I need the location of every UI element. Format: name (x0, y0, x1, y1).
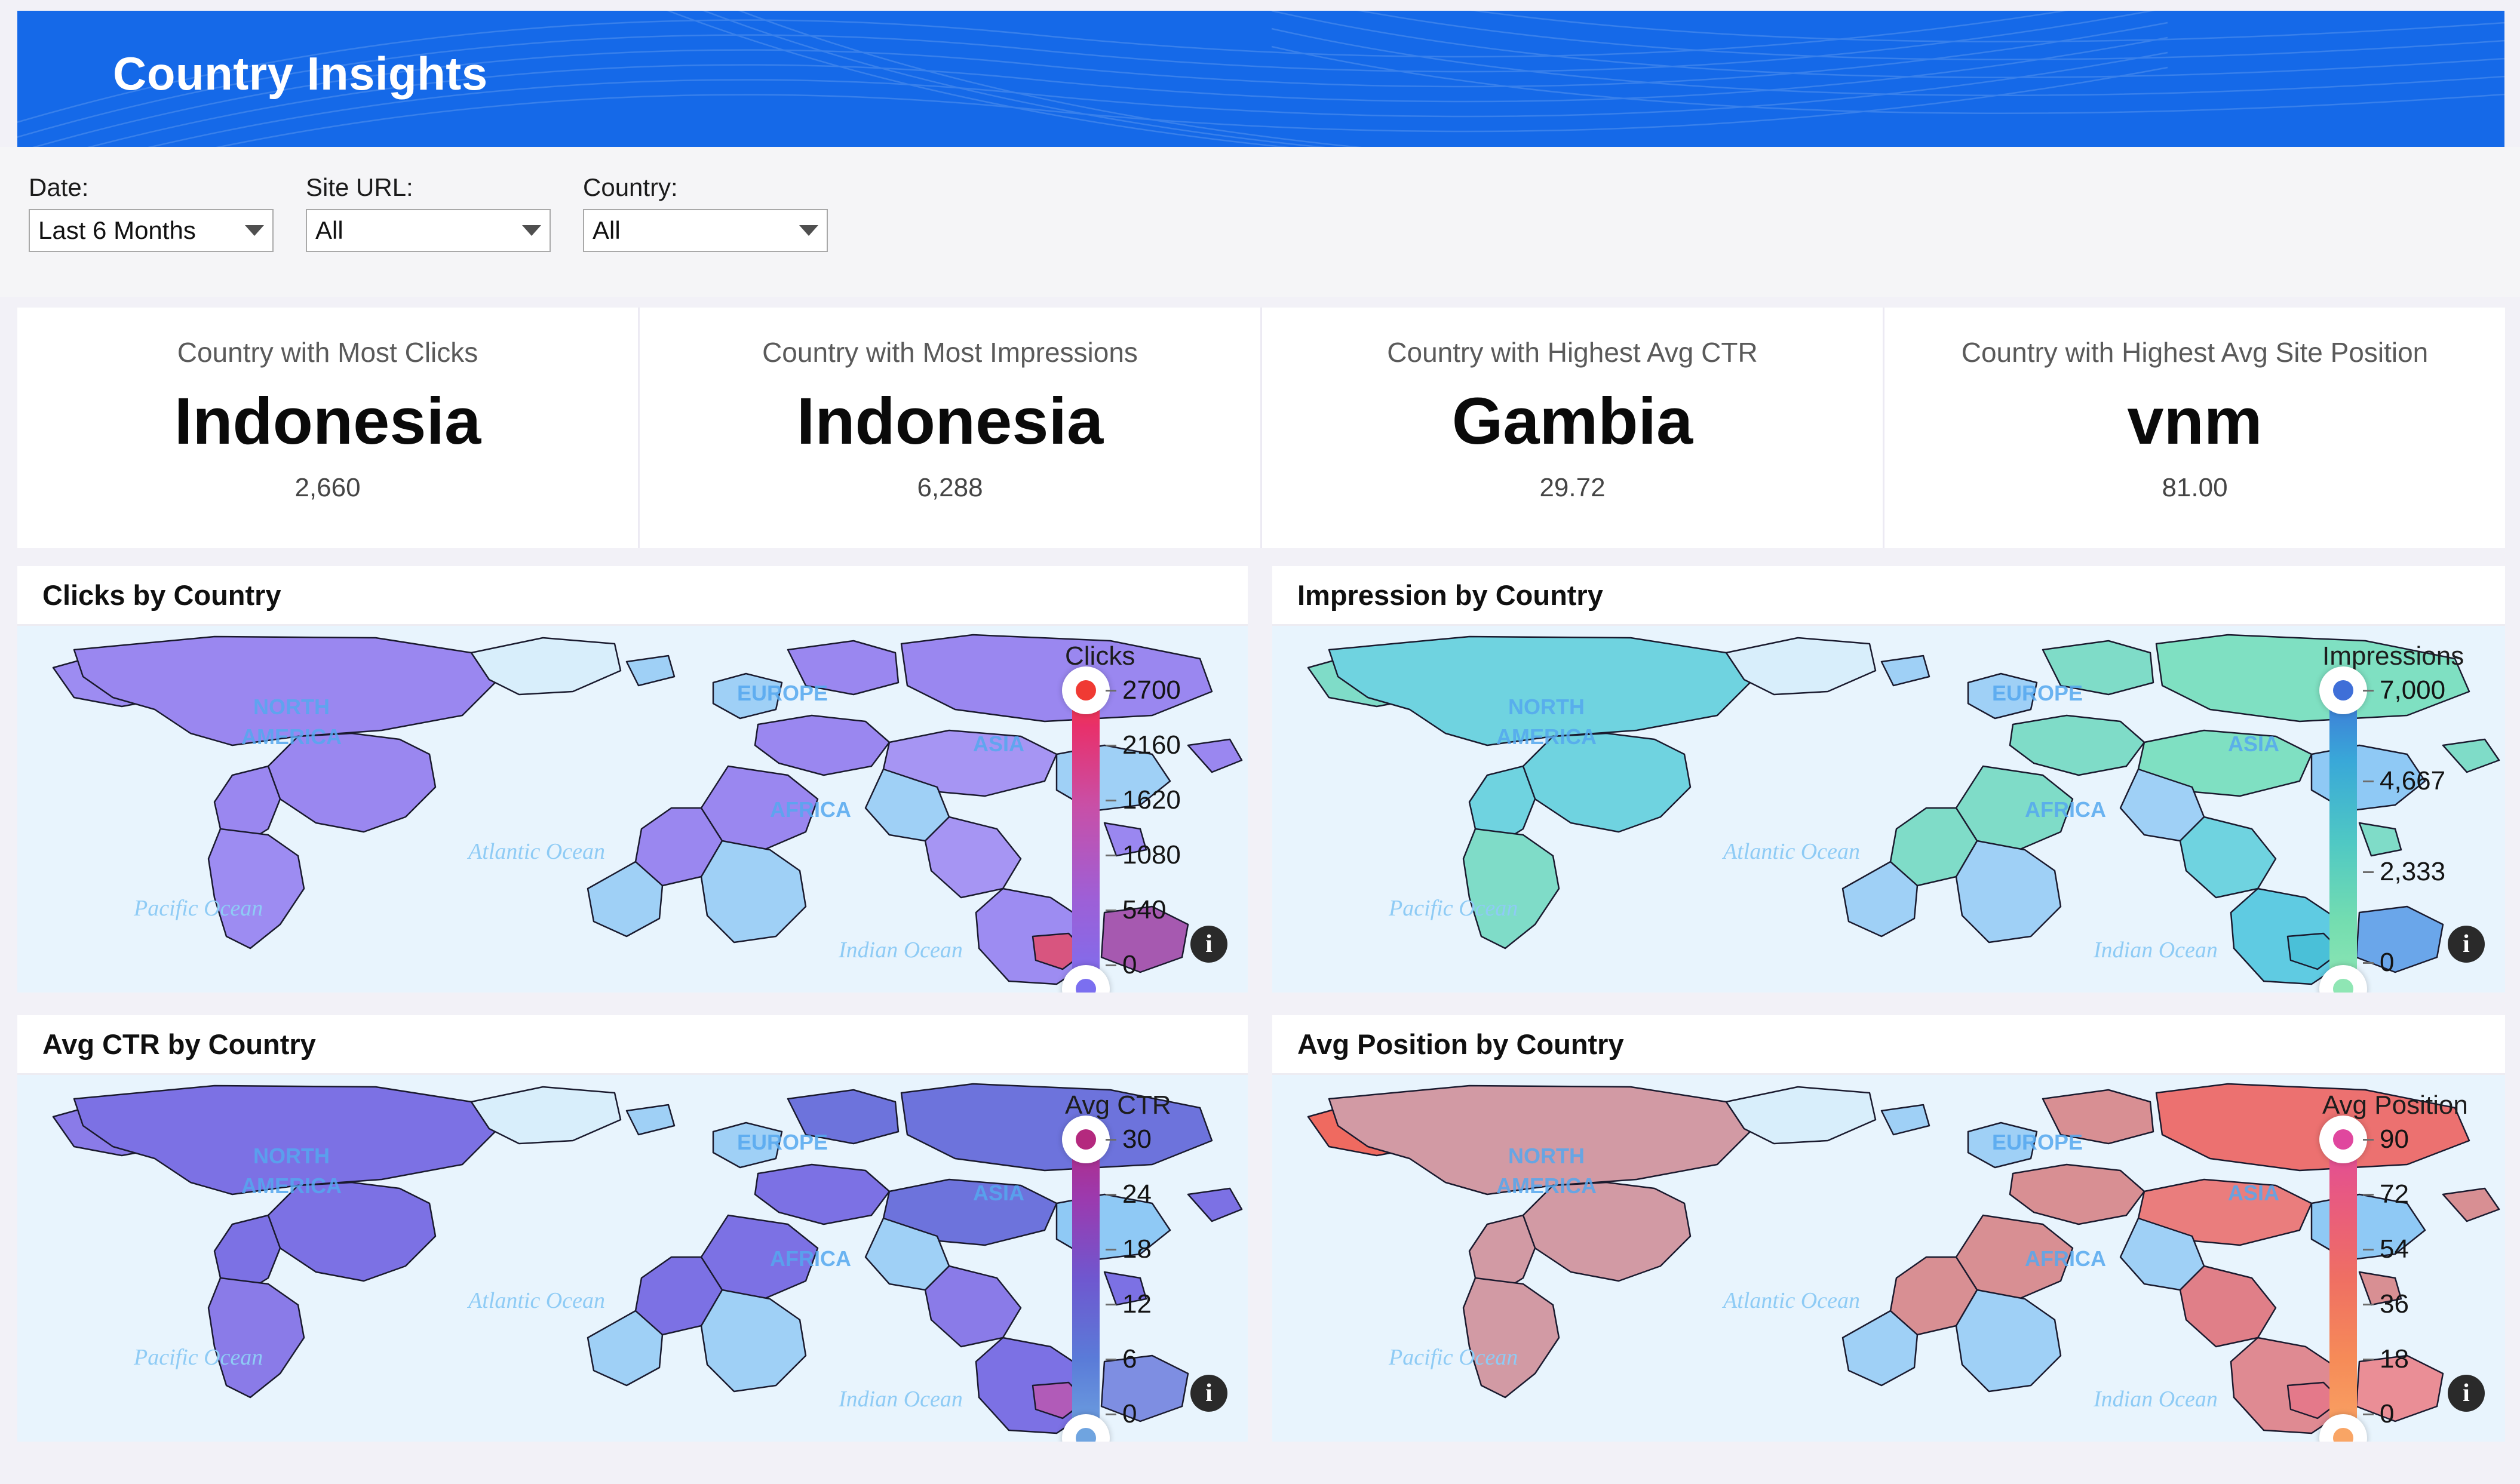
dashboard-root: Country Insights Date: Last 6 Months Sit… (0, 0, 2520, 1484)
map-label-north-america-2: AMERICA (1496, 1173, 1597, 1198)
map-label-north-america: NORTH (253, 1144, 330, 1168)
map-label-europe: EUROPE (737, 1130, 828, 1154)
kpi-subvalue: 2,660 (294, 472, 361, 502)
info-icon[interactable]: i (1190, 1375, 1227, 1412)
kpi-subvalue: 29.72 (1539, 472, 1606, 502)
page-header-banner: Country Insights (17, 11, 2504, 147)
choropleth-map-clicks[interactable]: NORTH AMERICA EUROPE AFRICA ASIA Pacific… (17, 626, 1248, 993)
map-label-north-america-2: AMERICA (1496, 724, 1597, 749)
world-map-svg: NORTH AMERICA EUROPE AFRICA ASIA Pacific… (17, 1075, 1248, 1442)
map-label-north-america-2: AMERICA (241, 724, 342, 749)
kpi-value: Indonesia (174, 385, 481, 458)
map-label-asia: ASIA (973, 1181, 1024, 1205)
map-label-asia: ASIA (2228, 732, 2279, 756)
map-label-atlantic-ocean: Atlantic Ocean (466, 1288, 605, 1313)
chevron-down-icon (799, 225, 818, 236)
filter-bar: Date: Last 6 Months Site URL: All Countr… (0, 147, 2520, 297)
map-label-africa: AFRICA (2025, 797, 2106, 822)
map-label-europe: EUROPE (1992, 1130, 2083, 1154)
kpi-card-highest-avg-ctr[interactable]: Country with Highest Avg CTR Gambia 29.7… (1260, 308, 1883, 548)
panel-body: NORTH AMERICA EUROPE AFRICA ASIA Pacific… (1272, 1075, 2505, 1442)
kpi-card-most-impressions[interactable]: Country with Most Impressions Indonesia … (638, 308, 1260, 548)
map-label-atlantic-ocean: Atlantic Ocean (1721, 839, 1860, 864)
map-label-africa: AFRICA (2025, 1246, 2106, 1271)
date-select[interactable]: Last 6 Months (29, 209, 274, 252)
panel-header: Avg CTR by Country (17, 1015, 1248, 1075)
kpi-title: Country with Highest Avg CTR (1387, 337, 1758, 368)
panel-body: NORTH AMERICA EUROPE AFRICA ASIA Pacific… (1272, 626, 2505, 993)
choropleth-map-impressions[interactable]: NORTH AMERICA EUROPE AFRICA ASIA Pacific… (1272, 626, 2505, 993)
filter-date: Date: Last 6 Months (29, 173, 274, 252)
map-label-pacific-ocean: Pacific Ocean (133, 896, 263, 921)
map-label-europe: EUROPE (1992, 681, 2083, 705)
kpi-title: Country with Most Impressions (762, 337, 1138, 368)
panel-header: Impression by Country (1272, 566, 2505, 626)
panel-body: NORTH AMERICA EUROPE AFRICA ASIA Pacific… (17, 1075, 1248, 1442)
page-title: Country Insights (113, 47, 488, 100)
map-label-asia: ASIA (2228, 1181, 2279, 1205)
kpi-title: Country with Most Clicks (177, 337, 478, 368)
kpi-subvalue: 6,288 (917, 472, 983, 502)
map-label-europe: EUROPE (737, 681, 828, 705)
map-label-indian-ocean: Indian Ocean (838, 1387, 963, 1412)
kpi-subvalue: 81.00 (2162, 472, 2228, 502)
date-select-value: Last 6 Months (38, 216, 196, 244)
map-label-indian-ocean: Indian Ocean (2093, 1387, 2218, 1412)
country-select-value: All (593, 216, 621, 244)
choropleth-map-avg-ctr[interactable]: NORTH AMERICA EUROPE AFRICA ASIA Pacific… (17, 1075, 1248, 1442)
map-label-pacific-ocean: Pacific Ocean (1388, 896, 1518, 921)
map-label-atlantic-ocean: Atlantic Ocean (466, 839, 605, 864)
kpi-value: Indonesia (796, 385, 1104, 458)
chevron-down-icon (245, 225, 264, 236)
kpi-card-row: Country with Most Clicks Indonesia 2,660… (17, 308, 2505, 548)
site-url-select-value: All (315, 216, 343, 244)
filter-country: Country: All (583, 173, 828, 252)
map-label-atlantic-ocean: Atlantic Ocean (1721, 1288, 1860, 1313)
map-label-pacific-ocean: Pacific Ocean (1388, 1345, 1518, 1370)
kpi-value: vnm (2127, 385, 2263, 458)
world-map-svg: NORTH AMERICA EUROPE AFRICA ASIA Pacific… (1272, 1075, 2505, 1442)
filter-site-url-label: Site URL: (306, 173, 413, 201)
choropleth-map-avg-position[interactable]: NORTH AMERICA EUROPE AFRICA ASIA Pacific… (1272, 1075, 2505, 1442)
info-icon[interactable]: i (1190, 926, 1227, 963)
chevron-down-icon (522, 225, 541, 236)
map-label-africa: AFRICA (770, 797, 851, 822)
panel-title: Clicks by Country (42, 579, 281, 611)
site-url-select[interactable]: All (306, 209, 551, 252)
country-select[interactable]: All (583, 209, 828, 252)
filter-date-label: Date: (29, 173, 89, 201)
kpi-card-highest-avg-position[interactable]: Country with Highest Avg Site Position v… (1883, 308, 2505, 548)
map-label-north-america: NORTH (1508, 1144, 1585, 1168)
panel-header: Avg Position by Country (1272, 1015, 2505, 1075)
filter-country-label: Country: (583, 173, 678, 201)
map-label-north-america: NORTH (1508, 695, 1585, 719)
map-label-indian-ocean: Indian Ocean (838, 938, 963, 963)
world-map-svg: NORTH AMERICA EUROPE AFRICA ASIA Pacific… (1272, 626, 2505, 993)
filter-site-url: Site URL: All (306, 173, 551, 252)
kpi-title: Country with Highest Avg Site Position (1961, 337, 2429, 368)
info-icon[interactable]: i (2448, 1375, 2485, 1412)
map-label-pacific-ocean: Pacific Ocean (133, 1345, 263, 1370)
map-label-asia: ASIA (973, 732, 1024, 756)
panel-header: Clicks by Country (17, 566, 1248, 626)
kpi-value: Gambia (1451, 385, 1693, 458)
panel-body: NORTH AMERICA EUROPE AFRICA ASIA Pacific… (17, 626, 1248, 993)
map-label-north-america: NORTH (253, 695, 330, 719)
panel-title: Avg Position by Country (1297, 1028, 1624, 1060)
panel-title: Avg CTR by Country (42, 1028, 316, 1060)
panel-clicks-by-country: Clicks by Country NORTH AMERICA EUROPE A… (17, 566, 1248, 993)
map-label-africa: AFRICA (770, 1246, 851, 1271)
panel-title: Impression by Country (1297, 579, 1603, 611)
panel-impression-by-country: Impression by Country NORTH AMERICA EURO… (1272, 566, 2505, 993)
panel-avg-position-by-country: Avg Position by Country NORTH AMERICA EU… (1272, 1015, 2505, 1442)
map-label-north-america-2: AMERICA (241, 1173, 342, 1198)
info-icon[interactable]: i (2448, 926, 2485, 963)
kpi-card-most-clicks[interactable]: Country with Most Clicks Indonesia 2,660 (17, 308, 638, 548)
world-map-svg: NORTH AMERICA EUROPE AFRICA ASIA Pacific… (17, 626, 1248, 993)
panel-avg-ctr-by-country: Avg CTR by Country NORTH AMERICA EUROPE … (17, 1015, 1248, 1442)
map-label-indian-ocean: Indian Ocean (2093, 938, 2218, 963)
